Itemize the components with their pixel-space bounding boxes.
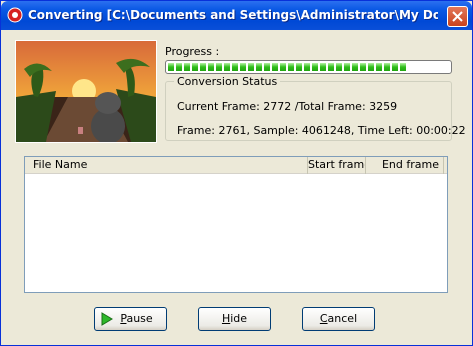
- progress-block: [352, 63, 358, 71]
- column-header-end-frame[interactable]: End frame: [366, 157, 444, 174]
- hide-accelerator: H: [221, 312, 231, 325]
- close-icon: [452, 11, 463, 22]
- play-icon: [101, 312, 113, 326]
- progress-block: [232, 63, 238, 71]
- close-button[interactable]: [447, 6, 468, 27]
- progress-fill: [168, 63, 406, 71]
- pause-label: ause: [126, 312, 153, 325]
- progress-block: [256, 63, 262, 71]
- progress-block: [296, 63, 302, 71]
- progress-block: [320, 63, 326, 71]
- progress-block: [280, 63, 286, 71]
- progress-block: [264, 63, 270, 71]
- window-title: Converting [C:\Documents and Settings\Ad…: [28, 8, 438, 22]
- progress-block: [224, 63, 230, 71]
- progress-block: [248, 63, 254, 71]
- conversion-status-label: Conversion Status: [174, 75, 281, 88]
- progress-block: [216, 63, 222, 71]
- progress-block: [368, 63, 374, 71]
- progress-block: [328, 63, 334, 71]
- progress-block: [192, 63, 198, 71]
- progress-block: [184, 63, 190, 71]
- progress-bar: [165, 60, 452, 74]
- converting-window: Converting [C:\Documents and Settings\Ad…: [0, 0, 473, 346]
- cancel-label: ancel: [327, 312, 358, 325]
- cancel-button[interactable]: Cancel: [302, 307, 375, 331]
- hide-button[interactable]: Hide: [198, 307, 271, 331]
- progress-block: [336, 63, 342, 71]
- progress-label: Progress :: [165, 45, 220, 58]
- progress-block: [208, 63, 214, 71]
- video-preview: [15, 40, 157, 143]
- file-list[interactable]: File Name Start frame End frame: [24, 156, 448, 293]
- pause-button[interactable]: Pause: [94, 307, 167, 331]
- frame-sample-time-text: Frame: 2761, Sample: 4061248, Time Left:…: [177, 124, 466, 137]
- video-frame-image: [16, 41, 156, 142]
- cancel-accelerator: C: [319, 312, 328, 325]
- column-header-file-name[interactable]: File Name: [25, 157, 308, 174]
- progress-block: [200, 63, 206, 71]
- progress-block: [288, 63, 294, 71]
- progress-block: [312, 63, 318, 71]
- file-list-header: File Name Start frame End frame: [25, 157, 447, 174]
- progress-block: [176, 63, 182, 71]
- title-bar[interactable]: Converting [C:\Documents and Settings\Ad…: [1, 1, 472, 30]
- column-header-start-frame[interactable]: Start frame: [308, 157, 366, 174]
- progress-block: [272, 63, 278, 71]
- progress-block: [168, 63, 174, 71]
- progress-block: [384, 63, 390, 71]
- progress-block: [344, 63, 350, 71]
- progress-block: [400, 63, 406, 71]
- hide-label: ide: [230, 312, 248, 325]
- progress-block: [240, 63, 246, 71]
- progress-block: [376, 63, 382, 71]
- dialog-client-area: Progress : Conversion Status Current Fra…: [4, 30, 469, 344]
- progress-block: [304, 63, 310, 71]
- progress-block: [360, 63, 366, 71]
- current-frame-text: Current Frame: 2772 /Total Frame: 3259: [177, 100, 398, 113]
- progress-block: [392, 63, 398, 71]
- conversion-status-group: Conversion Status Current Frame: 2772 /T…: [165, 75, 466, 141]
- app-icon: [7, 7, 23, 23]
